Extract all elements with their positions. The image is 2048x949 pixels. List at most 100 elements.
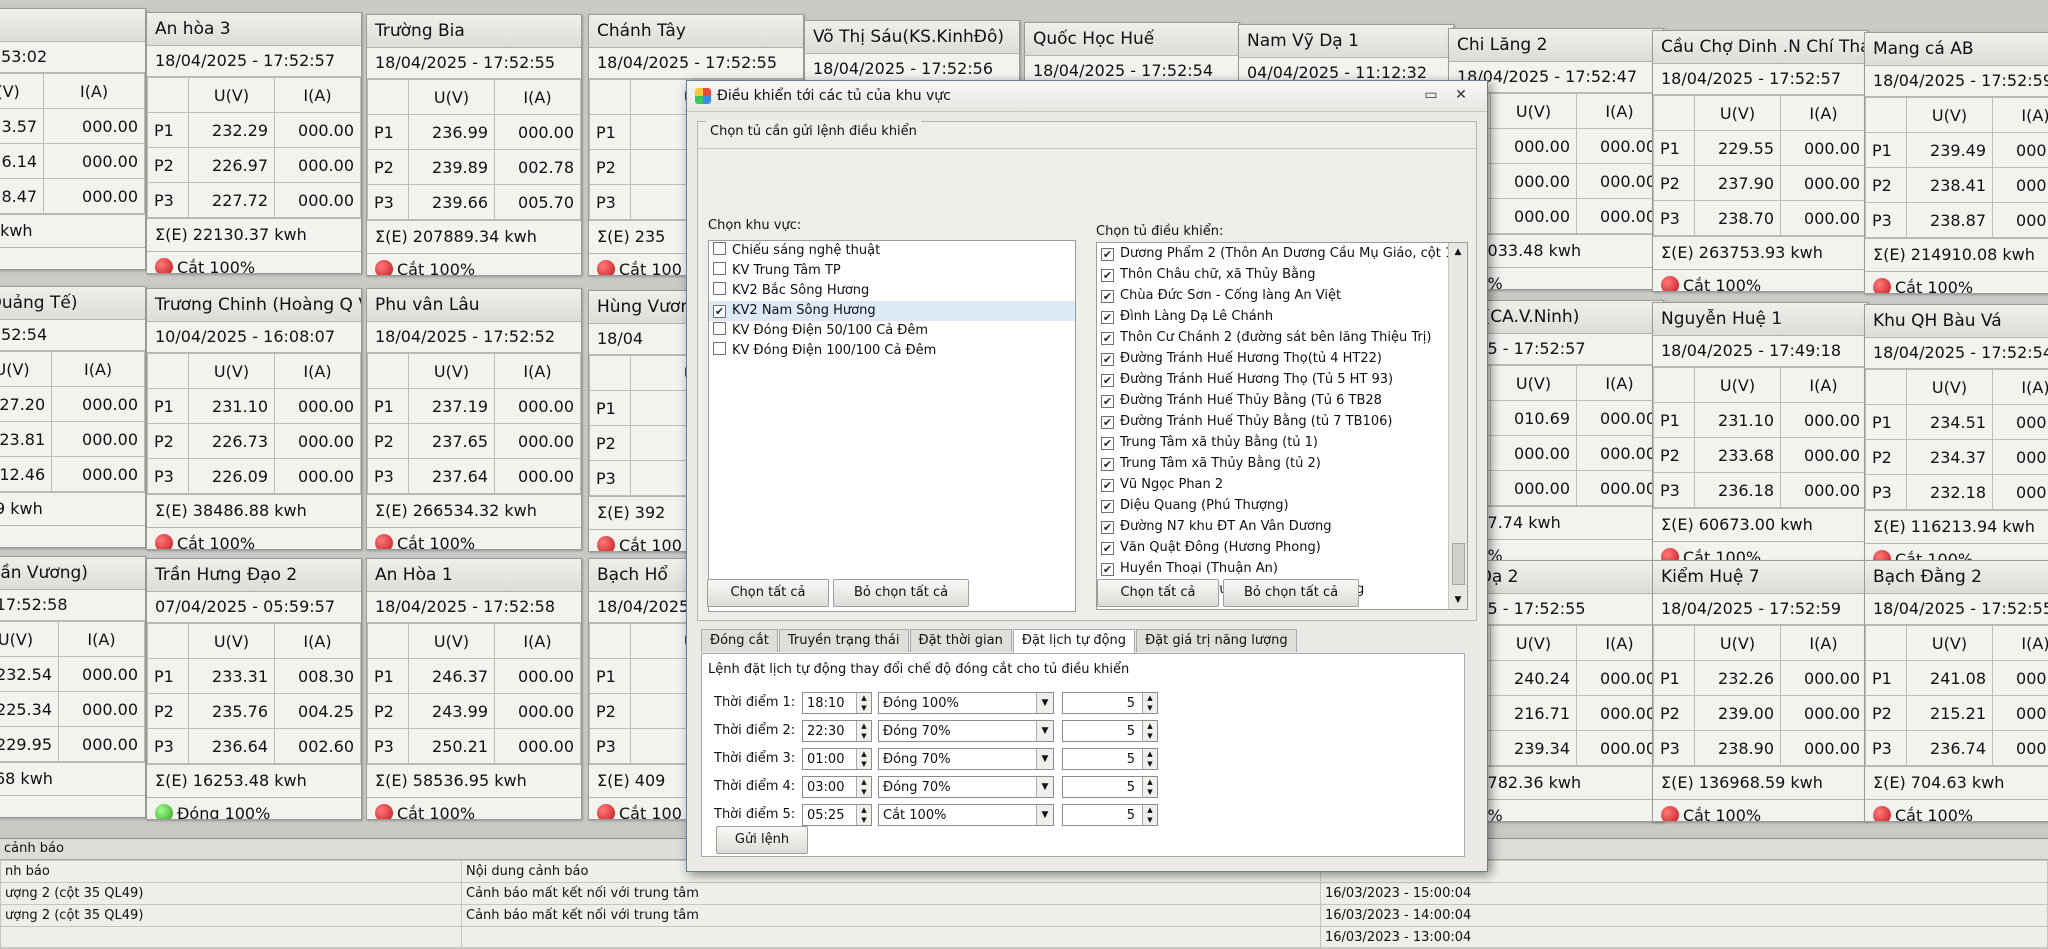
cabinet-card[interactable]: Phu vân Lâu 18/04/2025 - 17:52:52 U(V) I… bbox=[366, 288, 582, 550]
checkbox-icon[interactable]: ✔ bbox=[1101, 395, 1114, 408]
cabinet-deselect-all-button[interactable]: Bỏ chọn tất cả bbox=[1223, 579, 1359, 607]
schedule-count-input[interactable]: 5 ▲▼ bbox=[1062, 776, 1158, 798]
spin-arrows-icon[interactable]: ▲▼ bbox=[1142, 693, 1157, 713]
checkbox-icon[interactable]: ✔ bbox=[1101, 563, 1114, 576]
checkbox-icon[interactable]: ✔ bbox=[1101, 437, 1114, 450]
spin-arrows-icon[interactable]: ▲▼ bbox=[856, 805, 871, 825]
cabinet-select-all-button[interactable]: Chọn tất cả bbox=[1097, 579, 1219, 607]
checkbox-icon[interactable]: ✔ bbox=[1101, 332, 1114, 345]
cabinet-card[interactable]: Cầu Chợ Dinh .N Chí Thanh 18/04/2025 - 1… bbox=[1652, 30, 1868, 292]
area-item[interactable]: KV Đóng Điện 50/100 Cả Đêm bbox=[709, 321, 1075, 341]
warning-row[interactable]: 16/03/2023 - 13:00:04 bbox=[1, 927, 2048, 949]
tab-dong-cat[interactable]: Đóng cắt bbox=[701, 629, 778, 652]
schedule-count-input[interactable]: 5 ▲▼ bbox=[1062, 692, 1158, 714]
checkbox-icon[interactable]: ✔ bbox=[1101, 290, 1114, 303]
cabinet-card[interactable]: Bạch Đằng 2 18/04/2025 - 17:52:55 U(V) I… bbox=[1864, 560, 2048, 822]
area-list[interactable]: Chiếu sáng nghệ thuậtKV Trung Tâm TPKV2 … bbox=[708, 240, 1076, 612]
checkbox-icon[interactable] bbox=[713, 342, 726, 355]
cabinet-card[interactable]: Sơ 3 (Cần Vương) 2025 - 17:52:58 U(V) I(… bbox=[0, 556, 146, 818]
dropdown-arrow-icon[interactable]: ▼ bbox=[1036, 693, 1053, 713]
checkbox-icon[interactable]: ✔ bbox=[1101, 479, 1114, 492]
checkbox-icon[interactable] bbox=[713, 282, 726, 295]
area-deselect-all-button[interactable]: Bỏ chọn tất cả bbox=[833, 579, 969, 607]
spin-arrows-icon[interactable]: ▲▼ bbox=[856, 693, 871, 713]
schedule-count-input[interactable]: 5 ▲▼ bbox=[1062, 748, 1158, 770]
cabinet-item[interactable]: ✔Trung Tâm xã Thủy Bằng (tủ 2) bbox=[1097, 453, 1447, 474]
spin-arrows-icon[interactable]: ▲▼ bbox=[1142, 805, 1157, 825]
cabinet-item[interactable]: ✔Đường N7 khu ĐT An Vân Dương bbox=[1097, 516, 1447, 537]
checkbox-icon[interactable]: ✔ bbox=[1101, 521, 1114, 534]
warning-row[interactable]: ượng 2 (cột 35 QL49) Cảnh báo mất kết nố… bbox=[1, 905, 2048, 927]
schedule-time-input[interactable]: 22:30 ▲▼ bbox=[802, 720, 872, 742]
cabinet-list[interactable]: ✔Dương Phẩm 2 (Thôn An Dương Cầu Mụ Giáo… bbox=[1096, 242, 1468, 610]
cabinet-item[interactable]: ✔Thôn Cư Chánh 2 (đường sát bên lăng Thi… bbox=[1097, 327, 1447, 348]
schedule-time-input[interactable]: 18:10 ▲▼ bbox=[802, 692, 872, 714]
close-button[interactable]: ✕ bbox=[1449, 85, 1473, 105]
cabinet-item[interactable]: ✔Trung Tâm xã thủy Bằng (tủ 1) bbox=[1097, 432, 1447, 453]
schedule-mode-select[interactable]: Đóng 100% ▼ bbox=[878, 692, 1054, 714]
tab-dat-thoi-gian[interactable]: Đặt thời gian bbox=[910, 629, 1012, 652]
schedule-mode-select[interactable]: Cắt 100% ▼ bbox=[878, 804, 1054, 826]
cabinet-item[interactable]: ✔Đường Tránh Huế Hương Thọ(tủ 4 HT22) bbox=[1097, 348, 1447, 369]
checkbox-icon[interactable]: ✔ bbox=[1101, 269, 1114, 282]
cabinet-card[interactable]: Châu 1 25 - 17:53:02 (V) I(A) 3.57 000.0… bbox=[0, 8, 146, 270]
cabinet-card[interactable]: An Hòa 1 18/04/2025 - 17:52:58 U(V) I(A)… bbox=[366, 558, 582, 820]
area-item[interactable]: KV Đóng Điện 100/100 Cả Đêm bbox=[709, 341, 1075, 361]
area-item[interactable]: KV Trung Tâm TP bbox=[709, 261, 1075, 281]
tab-truyen-trang-thai[interactable]: Truyền trạng thái bbox=[779, 629, 909, 652]
cabinet-list-scrollbar[interactable]: ▲ ▼ bbox=[1448, 243, 1467, 609]
spin-arrows-icon[interactable]: ▲▼ bbox=[1142, 777, 1157, 797]
spin-arrows-icon[interactable]: ▲▼ bbox=[856, 777, 871, 797]
cabinet-item[interactable]: ✔Đình Làng Dạ Lê Chánh bbox=[1097, 306, 1447, 327]
dialog-titlebar[interactable]: Điều khiển tới các tủ của khu vực ▭ ✕ bbox=[687, 81, 1487, 112]
cabinet-item[interactable]: ✔Đường Tránh Huế Thủy Bằng (Tủ 6 TB28 bbox=[1097, 390, 1447, 411]
schedule-time-input[interactable]: 01:00 ▲▼ bbox=[802, 748, 872, 770]
scroll-down-icon[interactable]: ▼ bbox=[1449, 591, 1467, 609]
spin-arrows-icon[interactable]: ▲▼ bbox=[1142, 749, 1157, 769]
cabinet-card[interactable]: An hòa 3 18/04/2025 - 17:52:57 U(V) I(A)… bbox=[146, 12, 362, 274]
dropdown-arrow-icon[interactable]: ▼ bbox=[1036, 721, 1053, 741]
cabinet-item[interactable]: ✔Đường Tránh Huế Thủy Bằng (tủ 7 TB106) bbox=[1097, 411, 1447, 432]
dropdown-arrow-icon[interactable]: ▼ bbox=[1036, 749, 1053, 769]
schedule-mode-select[interactable]: Đóng 70% ▼ bbox=[878, 748, 1054, 770]
checkbox-icon[interactable]: ✔ bbox=[1101, 416, 1114, 429]
area-item[interactable]: KV2 Bắc Sông Hương bbox=[709, 281, 1075, 301]
checkbox-icon[interactable]: ✔ bbox=[713, 305, 726, 318]
scroll-up-icon[interactable]: ▲ bbox=[1449, 243, 1467, 261]
schedule-time-input[interactable]: 05:25 ▲▼ bbox=[802, 804, 872, 826]
dropdown-arrow-icon[interactable]: ▼ bbox=[1036, 777, 1053, 797]
spin-arrows-icon[interactable]: ▲▼ bbox=[1142, 721, 1157, 741]
cabinet-item[interactable]: ✔Diệu Quang (Phú Thượng) bbox=[1097, 495, 1447, 516]
cabinet-item[interactable]: ✔Dương Phẩm 2 (Thôn An Dương Cầu Mụ Giáo… bbox=[1097, 243, 1447, 264]
checkbox-icon[interactable]: ✔ bbox=[1101, 311, 1114, 324]
spin-arrows-icon[interactable]: ▲▼ bbox=[856, 749, 871, 769]
area-item[interactable]: Chiếu sáng nghệ thuật bbox=[709, 241, 1075, 261]
checkbox-icon[interactable]: ✔ bbox=[1101, 353, 1114, 366]
cabinet-card[interactable]: Trường Bia 18/04/2025 - 17:52:55 U(V) I(… bbox=[366, 14, 582, 276]
cabinet-item[interactable]: ✔Chùa Đức Sơn - Cống làng An Việt bbox=[1097, 285, 1447, 306]
checkbox-icon[interactable]: ✔ bbox=[1101, 500, 1114, 513]
send-command-button[interactable]: Gửi lệnh bbox=[716, 826, 808, 854]
area-item[interactable]: ✔KV2 Nam Sông Hương bbox=[709, 301, 1075, 321]
schedule-time-input[interactable]: 03:00 ▲▼ bbox=[802, 776, 872, 798]
checkbox-icon[interactable]: ✔ bbox=[1101, 374, 1114, 387]
tab-dat-lich-tu-dong[interactable]: Đặt lịch tự động bbox=[1013, 629, 1135, 654]
scroll-thumb[interactable] bbox=[1452, 543, 1465, 585]
cabinet-item[interactable]: ✔Vũ Ngọc Phan 2 bbox=[1097, 474, 1447, 495]
cabinet-card[interactable]: Trương Chinh (Hoàng Q Vi 10/04/2025 - 16… bbox=[146, 288, 362, 550]
checkbox-icon[interactable] bbox=[713, 322, 726, 335]
minimize-button[interactable]: ▭ bbox=[1419, 85, 1443, 105]
cabinet-card[interactable]: Trần Hưng Đạo 2 07/04/2025 - 05:59:57 U(… bbox=[146, 558, 362, 820]
schedule-mode-select[interactable]: Đóng 70% ▼ bbox=[878, 776, 1054, 798]
cabinet-item[interactable]: ✔Thôn Châu chữ, xã Thủy Bằng bbox=[1097, 264, 1447, 285]
checkbox-icon[interactable] bbox=[713, 262, 726, 275]
cabinet-item[interactable]: ✔Đường Tránh Huế Hương Thọ (Tủ 5 HT 93) bbox=[1097, 369, 1447, 390]
dropdown-arrow-icon[interactable]: ▼ bbox=[1036, 805, 1053, 825]
cabinet-card[interactable]: Kiểm Huệ 7 18/04/2025 - 17:52:59 U(V) I(… bbox=[1652, 560, 1868, 822]
checkbox-icon[interactable]: ✔ bbox=[1101, 542, 1114, 555]
cabinet-card[interactable]: ân 3 (Quảng Tế) 25 - 17:52:54 U(V) I(A) … bbox=[0, 286, 146, 548]
schedule-count-input[interactable]: 5 ▲▼ bbox=[1062, 720, 1158, 742]
cabinet-card[interactable]: Khu QH Bàu Vá 18/04/2025 - 17:52:54 U(V)… bbox=[1864, 304, 2048, 566]
spin-arrows-icon[interactable]: ▲▼ bbox=[856, 721, 871, 741]
tab-dat-gia-tri-nang-luong[interactable]: Đặt giá trị năng lượng bbox=[1136, 629, 1297, 652]
